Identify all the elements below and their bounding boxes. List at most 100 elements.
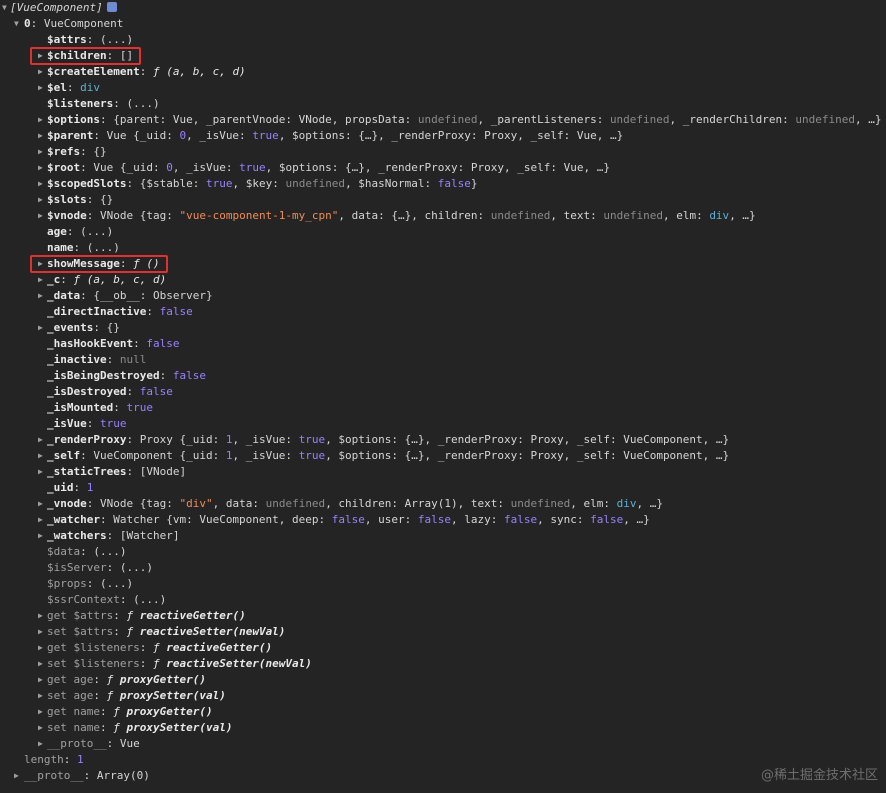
- collapsed-arrow-icon[interactable]: ▶: [38, 464, 46, 480]
- property-value: ƒ: [106, 689, 120, 702]
- row-content: _watcher: Watcher {vm: VueComponent, dee…: [47, 512, 650, 528]
- property-key: set $listeners: [47, 657, 140, 670]
- row-content: $root: Vue {_uid: 0, _isVue: true, $opti…: [47, 160, 610, 176]
- property-key: name: [47, 241, 74, 254]
- property-value: :: [93, 673, 107, 686]
- collapsed-arrow-icon[interactable]: ▶: [38, 432, 46, 448]
- property-key: [VueComponent]: [10, 1, 103, 14]
- collapsed-arrow-icon[interactable]: ▶: [38, 720, 46, 736]
- row-content: $parent: Vue {_uid: 0, _isVue: true, $op…: [47, 128, 623, 144]
- property-value: , user:: [364, 513, 418, 526]
- collapsed-arrow-icon[interactable]: ▶: [38, 512, 46, 528]
- property-key: $isServer: [47, 561, 107, 574]
- collapsed-arrow-icon[interactable]: ▶: [38, 208, 46, 224]
- property-key: $refs: [47, 145, 81, 158]
- collapsed-arrow-icon[interactable]: ▶: [38, 320, 46, 336]
- expanded-arrow-icon[interactable]: ▼: [2, 0, 10, 16]
- property-key: _inactive: [47, 353, 107, 366]
- property-value: :: [63, 753, 77, 766]
- property-value: :: [113, 609, 127, 622]
- property-key: _directInactive: [47, 305, 147, 318]
- property-value: null: [119, 353, 147, 366]
- collapsed-arrow-icon[interactable]: ▶: [38, 144, 46, 160]
- property-value: true: [298, 433, 326, 446]
- collapsed-arrow-icon[interactable]: ▶: [38, 272, 46, 288]
- property-value: :: [66, 81, 81, 94]
- property-key: _isBeingDestroyed: [47, 369, 160, 382]
- property-key: $listeners: [47, 97, 114, 110]
- property-key: _events: [47, 321, 94, 334]
- property-value: div: [709, 209, 730, 222]
- collapsed-arrow-icon[interactable]: ▶: [38, 160, 46, 176]
- property-key: _isMounted: [47, 401, 114, 414]
- property-value: undefined: [603, 209, 663, 222]
- collapsed-arrow-icon[interactable]: ▶: [38, 192, 46, 208]
- collapsed-arrow-icon[interactable]: ▶: [38, 656, 46, 672]
- collapsed-arrow-icon[interactable]: ▶: [14, 768, 22, 784]
- property-value: :: [146, 305, 160, 318]
- property-value: , sync:: [537, 513, 591, 526]
- collapsed-arrow-icon[interactable]: ▶: [38, 672, 46, 688]
- property-value: : (...): [113, 97, 160, 110]
- property-value: false: [590, 513, 624, 526]
- collapsed-arrow-icon[interactable]: ▶: [38, 496, 46, 512]
- property-value: div: [80, 81, 100, 94]
- collapsed-arrow-icon[interactable]: ▶: [38, 288, 46, 304]
- property-value: :: [139, 657, 153, 670]
- collapsed-arrow-icon[interactable]: ▶: [38, 704, 46, 720]
- row-content: $slots: {}: [47, 192, 113, 208]
- collapsed-arrow-icon[interactable]: ▶: [38, 640, 46, 656]
- collapsed-arrow-icon[interactable]: ▶: [38, 688, 46, 704]
- property-value: , lazy:: [451, 513, 504, 526]
- row-content: 0: VueComponent: [24, 16, 123, 32]
- collapsed-arrow-icon[interactable]: ▶: [38, 112, 46, 128]
- row-content: _uid: 1: [47, 480, 93, 496]
- row-content: _renderProxy: Proxy {_uid: 1, _isVue: tr…: [47, 432, 729, 448]
- property-key: _isDestroyed: [47, 385, 127, 398]
- row-content: _isDestroyed: false: [47, 384, 173, 400]
- property-value: : Proxy {_uid:: [126, 433, 226, 446]
- property-value: undefined: [417, 113, 478, 126]
- property-value: "div": [179, 497, 213, 510]
- property-key: __proto__: [24, 769, 84, 782]
- property-key: $props: [47, 577, 87, 590]
- collapsed-arrow-icon[interactable]: ▶: [38, 448, 46, 464]
- property-value: false: [139, 385, 173, 398]
- property-value: proxySetter(val): [126, 721, 233, 734]
- property-value: proxyGetter(): [119, 673, 206, 686]
- property-value: : Vue: [106, 737, 140, 750]
- property-value: false: [504, 513, 538, 526]
- collapsed-arrow-icon[interactable]: ▶: [38, 624, 46, 640]
- property-value: , data: {…}, children:: [338, 209, 491, 222]
- collapsed-arrow-icon[interactable]: ▶: [38, 176, 46, 192]
- property-key: $createElement: [47, 65, 140, 78]
- property-value: : {__ob__: Observer}: [80, 289, 213, 302]
- property-value: :: [139, 641, 153, 654]
- property-key: $vnode: [47, 209, 87, 222]
- property-key: set age: [47, 689, 94, 702]
- collapsed-arrow-icon[interactable]: ▶: [38, 64, 46, 80]
- collapsed-arrow-icon[interactable]: ▶: [38, 736, 46, 752]
- property-value: : [Watcher]: [106, 529, 180, 542]
- property-value: ƒ: [152, 657, 167, 670]
- property-key: $root: [47, 161, 81, 174]
- property-value: false: [172, 369, 206, 382]
- collapsed-arrow-icon[interactable]: ▶: [38, 128, 46, 144]
- property-value: :: [113, 625, 127, 638]
- property-value: , …}: [855, 113, 882, 126]
- property-key: length: [24, 753, 64, 766]
- property-value: : (...): [80, 545, 127, 558]
- property-value: true: [100, 417, 127, 430]
- property-value: , text:: [550, 209, 604, 222]
- expanded-arrow-icon[interactable]: ▼: [14, 16, 22, 32]
- row-content: $refs: {}: [47, 144, 107, 160]
- property-value: , $hasNormal:: [345, 177, 438, 190]
- property-value: ƒ: [126, 625, 140, 638]
- property-key: get $attrs: [47, 609, 114, 622]
- collapsed-arrow-icon[interactable]: ▶: [38, 80, 46, 96]
- collapsed-arrow-icon[interactable]: ▶: [38, 608, 46, 624]
- row-content: _hasHookEvent: false: [47, 336, 179, 352]
- collapsed-arrow-icon[interactable]: ▶: [38, 528, 46, 544]
- property-value: : VNode {tag:: [86, 497, 180, 510]
- property-value: reactiveSetter(newVal): [139, 625, 286, 638]
